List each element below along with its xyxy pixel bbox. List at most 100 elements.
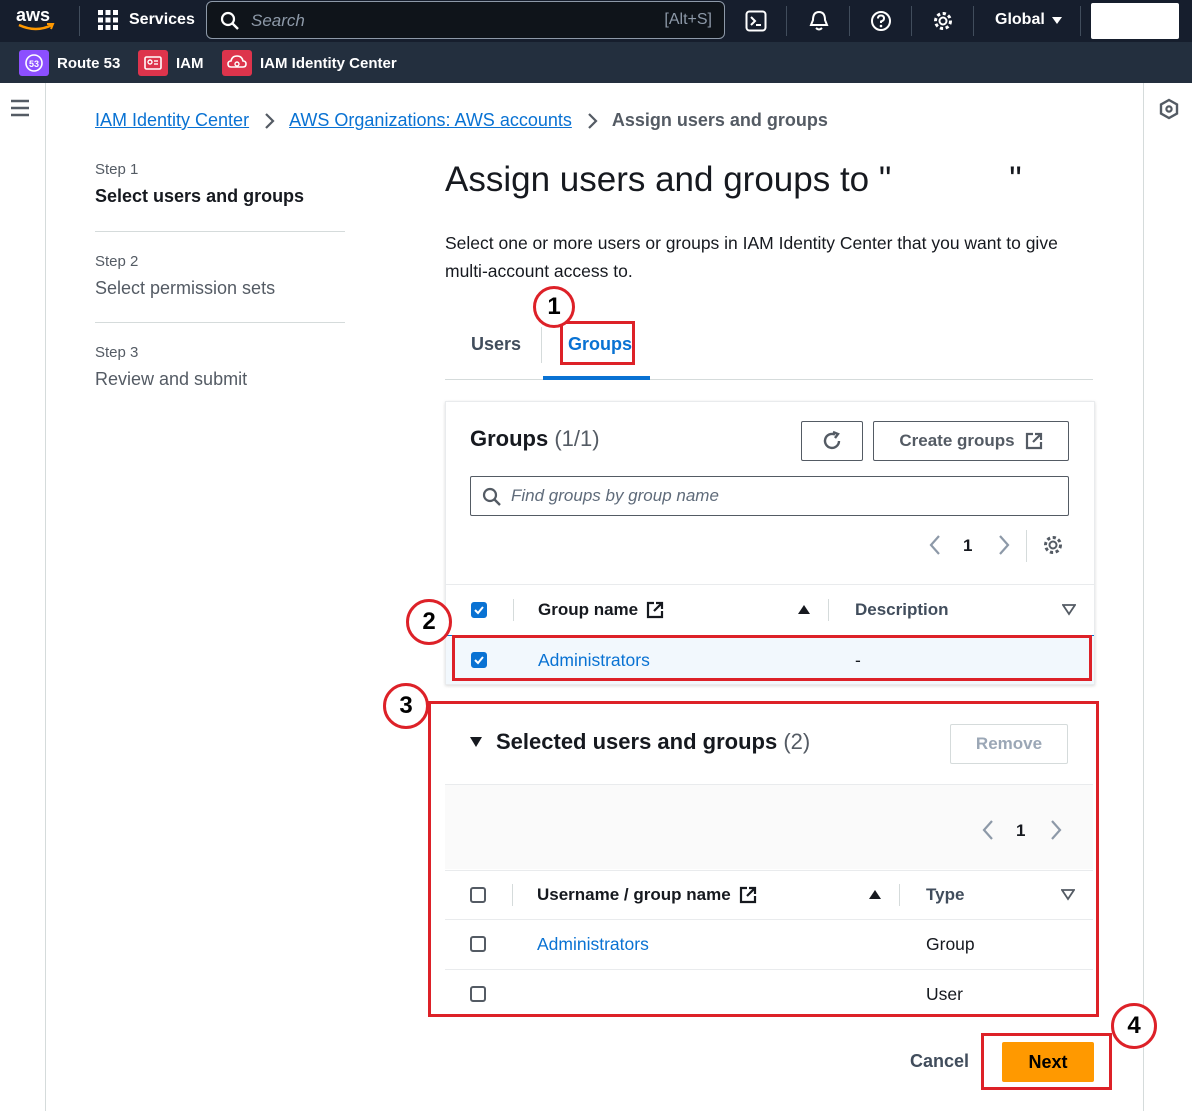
divider xyxy=(849,6,850,36)
divider xyxy=(1026,530,1027,562)
chevron-left-icon[interactable] xyxy=(928,534,942,556)
select-all-checkbox[interactable] xyxy=(471,602,487,618)
gear-icon[interactable] xyxy=(932,10,954,32)
sort-icon[interactable] xyxy=(1062,604,1076,616)
search-icon xyxy=(220,11,239,30)
redacted-account-name xyxy=(891,162,1010,198)
chevron-right-icon xyxy=(265,112,275,129)
favorite-label: Route 53 xyxy=(57,54,121,72)
groups-title: Groups xyxy=(470,426,549,451)
breadcrumb-aws-accounts[interactable]: AWS Organizations: AWS accounts xyxy=(289,110,572,131)
groups-table-header: Group name Description xyxy=(446,584,1094,636)
favorite-label: IAM xyxy=(176,54,204,72)
preferences-gear-icon[interactable] xyxy=(1042,534,1064,556)
highlight-administrators-row xyxy=(452,635,1092,681)
highlight-next-button xyxy=(981,1033,1112,1090)
divider xyxy=(786,6,787,36)
svg-text:53: 53 xyxy=(29,59,39,69)
route53-icon: 53 xyxy=(19,50,49,76)
services-label: Services xyxy=(129,11,195,28)
search-icon xyxy=(482,487,501,506)
breadcrumb-current: Assign users and groups xyxy=(611,110,828,130)
aws-logo-text: aws xyxy=(16,5,51,25)
callout-2: 2 xyxy=(406,599,452,645)
divider xyxy=(973,6,974,36)
step-label: Step 3 xyxy=(95,344,139,361)
external-link-icon xyxy=(647,601,664,619)
region-selector[interactable]: Global xyxy=(995,11,1063,29)
step-2[interactable]: Step 2 Select permission sets xyxy=(95,253,345,299)
iam-icon xyxy=(138,50,168,76)
step-label: Step 1 xyxy=(95,161,139,178)
page-description: Select one or more users or groups in IA… xyxy=(445,233,1058,281)
group-name-column-header[interactable]: Group name xyxy=(538,600,664,620)
create-groups-label: Create groups xyxy=(899,431,1015,450)
chevron-right-icon xyxy=(588,112,598,129)
create-groups-button[interactable]: Create groups xyxy=(873,421,1069,461)
left-rail xyxy=(0,83,46,1111)
groups-page-number[interactable]: 1 xyxy=(963,536,972,556)
divider xyxy=(828,599,829,621)
step-3[interactable]: Step 3 Review and submit xyxy=(95,344,345,390)
menu-icon[interactable] xyxy=(10,99,30,117)
chevron-right-icon[interactable] xyxy=(997,534,1011,556)
divider xyxy=(95,231,345,232)
groups-count: (1/1) xyxy=(554,426,600,451)
help-icon[interactable] xyxy=(870,10,892,32)
services-menu-button[interactable]: Services xyxy=(97,9,195,31)
step-label: Step 2 xyxy=(95,253,139,270)
aws-logo[interactable]: aws xyxy=(16,3,56,32)
divider xyxy=(513,599,514,621)
breadcrumb-identity-center[interactable]: IAM Identity Center xyxy=(95,110,249,131)
search-placeholder: Search xyxy=(251,11,305,30)
page-title-prefix: Assign users and groups to " xyxy=(445,160,892,199)
column-label: Group name xyxy=(538,600,639,619)
callout-1: 1 xyxy=(533,286,575,328)
favorite-route53[interactable]: 53 Route 53 xyxy=(19,50,120,76)
account-menu[interactable] xyxy=(1091,3,1179,39)
divider xyxy=(1080,6,1081,36)
step-title: Select users and groups xyxy=(95,186,305,206)
favorite-identity-center[interactable]: IAM Identity Center xyxy=(222,50,397,76)
favorite-iam[interactable]: IAM xyxy=(138,50,204,76)
refresh-button[interactable] xyxy=(801,421,863,461)
tab-users[interactable]: Users xyxy=(471,334,521,355)
refresh-icon xyxy=(823,430,841,450)
search-shortcut: [Alt+S] xyxy=(664,11,712,28)
groups-heading: Groups (1/1) xyxy=(470,426,600,452)
step-title: Review and submit xyxy=(95,369,248,389)
info-panel-icon[interactable] xyxy=(1159,98,1179,120)
search-input[interactable]: Search [Alt+S] xyxy=(206,1,725,39)
description-column-header[interactable]: Description xyxy=(855,600,949,620)
favorites-bar: 53 Route 53 IAM IAM Identity Center xyxy=(0,42,1192,83)
cancel-button[interactable]: Cancel xyxy=(910,1051,969,1072)
wizard-steps: Step 1 Select users and groups Step 2 Se… xyxy=(95,161,345,390)
region-label: Global xyxy=(995,11,1045,28)
identity-center-icon xyxy=(222,50,252,76)
callout-4: 4 xyxy=(1111,1003,1157,1049)
step-1: Step 1 Select users and groups xyxy=(95,161,345,207)
checkmark-icon xyxy=(474,606,484,615)
page-title-suffix: " xyxy=(1009,160,1022,199)
top-navigation-bar: aws Services Search [Alt+S] Global xyxy=(0,0,1192,42)
highlight-groups-tab xyxy=(560,321,635,365)
favorite-label: IAM Identity Center xyxy=(260,54,397,72)
right-rail xyxy=(1143,83,1192,1111)
page-title: Assign users and groups to " " xyxy=(445,160,1022,200)
external-link-icon xyxy=(1025,432,1042,450)
step-title: Select permission sets xyxy=(95,278,276,298)
grid-icon xyxy=(98,10,118,30)
divider xyxy=(911,6,912,36)
find-groups-placeholder: Find groups by group name xyxy=(511,486,719,505)
highlight-selected-panel xyxy=(428,701,1099,1017)
find-groups-input[interactable]: Find groups by group name xyxy=(470,476,1069,516)
active-tab-indicator xyxy=(543,376,650,380)
bell-icon[interactable] xyxy=(808,9,830,33)
tab-divider xyxy=(541,327,542,363)
cloudshell-icon[interactable] xyxy=(745,10,767,32)
callout-3: 3 xyxy=(383,683,429,729)
breadcrumb: IAM Identity Center AWS Organizations: A… xyxy=(95,110,828,131)
sort-ascending-icon[interactable] xyxy=(797,603,811,615)
divider xyxy=(95,322,345,323)
caret-down-icon xyxy=(1051,17,1062,24)
